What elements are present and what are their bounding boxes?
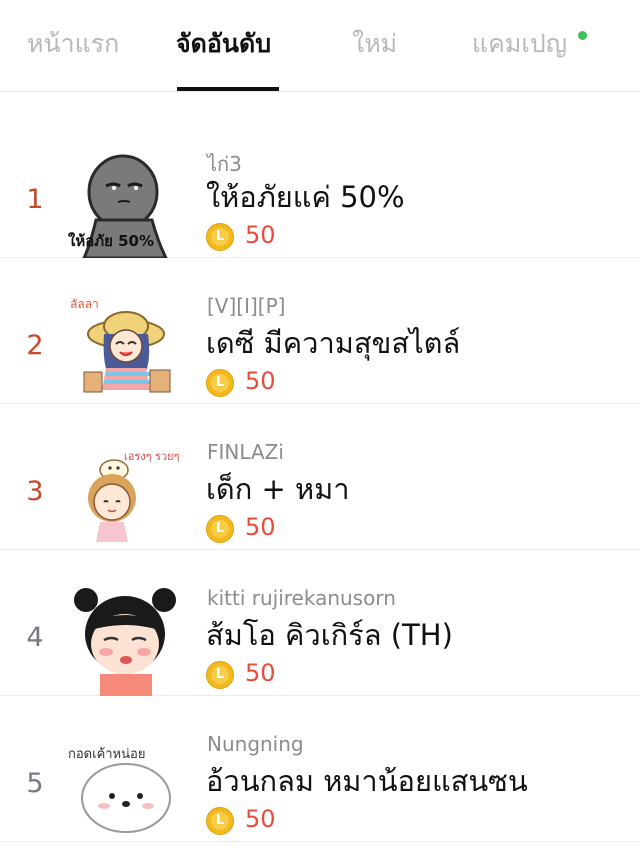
sticker-caption: ลัลลา: [70, 297, 99, 311]
rank-number: 5: [26, 768, 44, 799]
sticker-thumbnail: ลัลลา: [70, 297, 171, 393]
top-tab-bar: หน้าแรก จัดอันดับ ใหม่ แคมเปญ: [0, 0, 640, 92]
rank-number: 2: [26, 330, 44, 361]
sticker-title[interactable]: เดซี มีความสุขสไตล์: [206, 320, 460, 366]
sticker-thumbnail: เอรงๆ รวยๆ ค้าบ: [88, 450, 184, 542]
rank-number: 3: [26, 476, 44, 507]
creator-name: FINLAZi: [207, 440, 284, 464]
price: 50: [245, 221, 276, 249]
new-indicator-dot: [578, 31, 587, 40]
sticker-caption: ให้อภัย 50%: [68, 232, 154, 250]
price: 50: [245, 805, 276, 833]
creator-name: Nungning: [207, 732, 304, 756]
tab-ranking[interactable]: จัดอันดับ: [176, 24, 271, 64]
coin-icon: L: [206, 515, 234, 543]
sticker-title[interactable]: ส้มโอ คิวเกิร์ล (TH): [206, 612, 453, 658]
sticker-thumbnail: ให้อภัย 50%: [68, 154, 168, 258]
coin-icon: L: [206, 661, 234, 689]
rank-number: 4: [26, 622, 44, 653]
active-tab-underline: [177, 87, 279, 91]
sticker-caption: กอดเค้าหน่อย: [68, 747, 145, 762]
creator-name: [V][I][P]: [207, 294, 286, 318]
sticker-thumbnail: [74, 588, 176, 696]
sticker-title[interactable]: เด็ก + หมา: [206, 466, 350, 512]
coin-icon: L: [206, 369, 234, 397]
creator-name: kitti rujirekanusorn: [207, 586, 396, 610]
list-item[interactable]: 4 kitti rujirekanusorn ส้มโอ คิวเกิร์ล (…: [0, 550, 640, 696]
ranking-list: 1 ให้อภัย 50% ไก่3 ให้อภัยแค่ 50% L 50 2: [0, 112, 640, 842]
sticker-title[interactable]: อ้วนกลม หมาน้อยแสนซน: [206, 758, 528, 804]
list-item[interactable]: 5 กอดเค้าหน่อย Nungning อ้วนกลม หมาน้อยแ…: [0, 696, 640, 842]
sticker-thumbnail: กอดเค้าหน่อย: [68, 747, 171, 833]
list-item[interactable]: 3 เอรงๆ รวยๆ ค้าบ FINLAZi เด็ก + หมา L 5…: [0, 404, 640, 550]
tab-campaign[interactable]: แคมเปญ: [472, 24, 567, 64]
tab-home[interactable]: หน้าแรก: [27, 24, 119, 64]
list-item[interactable]: 2 ลัลลา [V][I][P] เดซี มีความสุขสไตล์ L …: [0, 258, 640, 404]
coin-icon: L: [206, 223, 234, 251]
rank-number: 1: [26, 184, 44, 215]
tab-new[interactable]: ใหม่: [352, 24, 397, 64]
sticker-title[interactable]: ให้อภัยแค่ 50%: [206, 174, 405, 220]
coin-icon: L: [206, 807, 234, 835]
price: 50: [245, 367, 276, 395]
price: 50: [245, 513, 276, 541]
price: 50: [245, 659, 276, 687]
sticker-caption: เอรงๆ รวยๆ ค้าบ: [124, 450, 184, 463]
list-item[interactable]: 1 ให้อภัย 50% ไก่3 ให้อภัยแค่ 50% L 50: [0, 112, 640, 258]
